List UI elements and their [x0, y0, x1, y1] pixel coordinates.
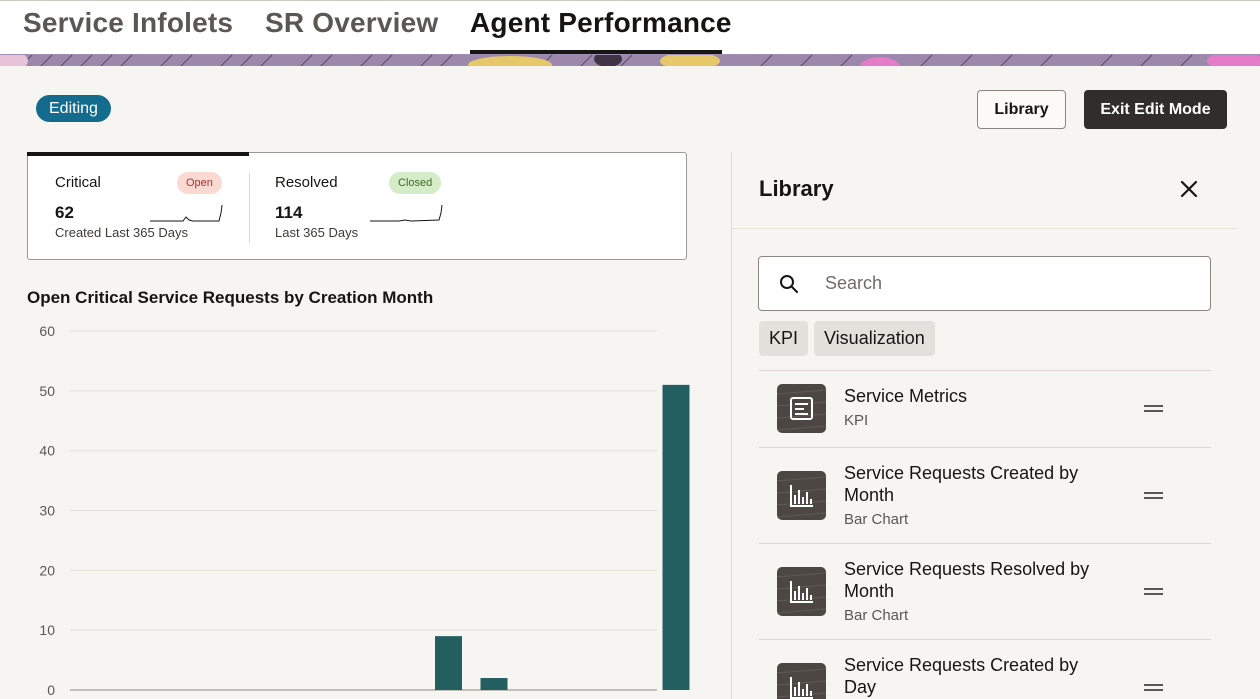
bar-chart-icon [777, 471, 826, 520]
search-icon [779, 274, 799, 294]
library-item-name: Service Requests Created by Day [844, 655, 1079, 697]
kpi-title: Resolved [275, 174, 338, 191]
library-item-sr-created-by-month[interactable]: Service Requests Created by Month Bar Ch… [759, 447, 1211, 543]
tab-agent-performance[interactable]: Agent Performance [470, 7, 732, 39]
closed-status-badge: Closed [389, 172, 442, 194]
decorative-banner [0, 54, 1260, 66]
library-item-sr-resolved-by-month[interactable]: Service Requests Resolved by Month Bar C… [759, 543, 1211, 639]
kpi-sparkline [150, 204, 223, 222]
kpi-value: 62 [55, 203, 74, 222]
drag-handle-icon[interactable] [1144, 684, 1164, 692]
library-item-type: KPI [844, 412, 869, 429]
close-icon[interactable] [1176, 176, 1202, 202]
tab-bar: Service Infolets SR Overview Agent Perfo… [0, 0, 1260, 55]
open-status-badge: Open [177, 172, 222, 194]
tab-service-infolets[interactable]: Service Infolets [23, 7, 233, 39]
tab-sr-overview[interactable]: SR Overview [265, 7, 438, 39]
chart-title: Open Critical Service Requests by Creati… [27, 288, 434, 307]
drag-handle-icon[interactable] [1144, 405, 1164, 413]
library-item-name: Service Requests Resolved by Month [844, 559, 1090, 601]
exit-edit-mode-button[interactable]: Exit Edit Mode [1084, 90, 1227, 129]
library-item-type: Bar Chart [844, 607, 909, 624]
bar-chart-icon [777, 663, 826, 699]
bar-chart-icon [777, 567, 826, 616]
library-item-name: Service Metrics [844, 386, 968, 406]
kpi-resolved[interactable]: Resolved Closed 114 Last 365 Days [250, 153, 470, 259]
kpi-critical[interactable]: Critical Open 62 Created Last 365 Days [28, 153, 248, 259]
filter-chip-kpi[interactable]: KPI [759, 321, 809, 356]
library-item-sr-created-by-day[interactable]: Service Requests Created by Day [759, 639, 1211, 699]
editing-status-badge: Editing [36, 95, 111, 122]
search-input[interactable] [825, 258, 1195, 309]
kpi-subtitle: Last 365 Days [275, 225, 359, 240]
kpi-sparkline [370, 204, 443, 222]
drag-handle-icon[interactable] [1144, 492, 1164, 500]
kpi-title: Critical [55, 174, 101, 191]
kpi-card: Critical Open 62 Created Last 365 Days R… [27, 152, 687, 260]
drag-handle-icon[interactable] [1144, 588, 1164, 596]
search-field[interactable] [758, 256, 1211, 311]
library-item-service-metrics[interactable]: Service Metrics KPI [759, 370, 1211, 447]
kpi-value: 114 [275, 203, 303, 222]
library-button[interactable]: Library [977, 90, 1066, 129]
library-item-type: Bar Chart [844, 511, 909, 528]
library-title: Library [759, 176, 834, 201]
library-header-divider [732, 228, 1238, 229]
library-item-name: Service Requests Created by Month [844, 463, 1079, 505]
filter-chip-visualization[interactable]: Visualization [814, 321, 935, 356]
kpi-subtitle: Created Last 365 Days [55, 225, 188, 240]
kpi-icon [777, 384, 826, 433]
